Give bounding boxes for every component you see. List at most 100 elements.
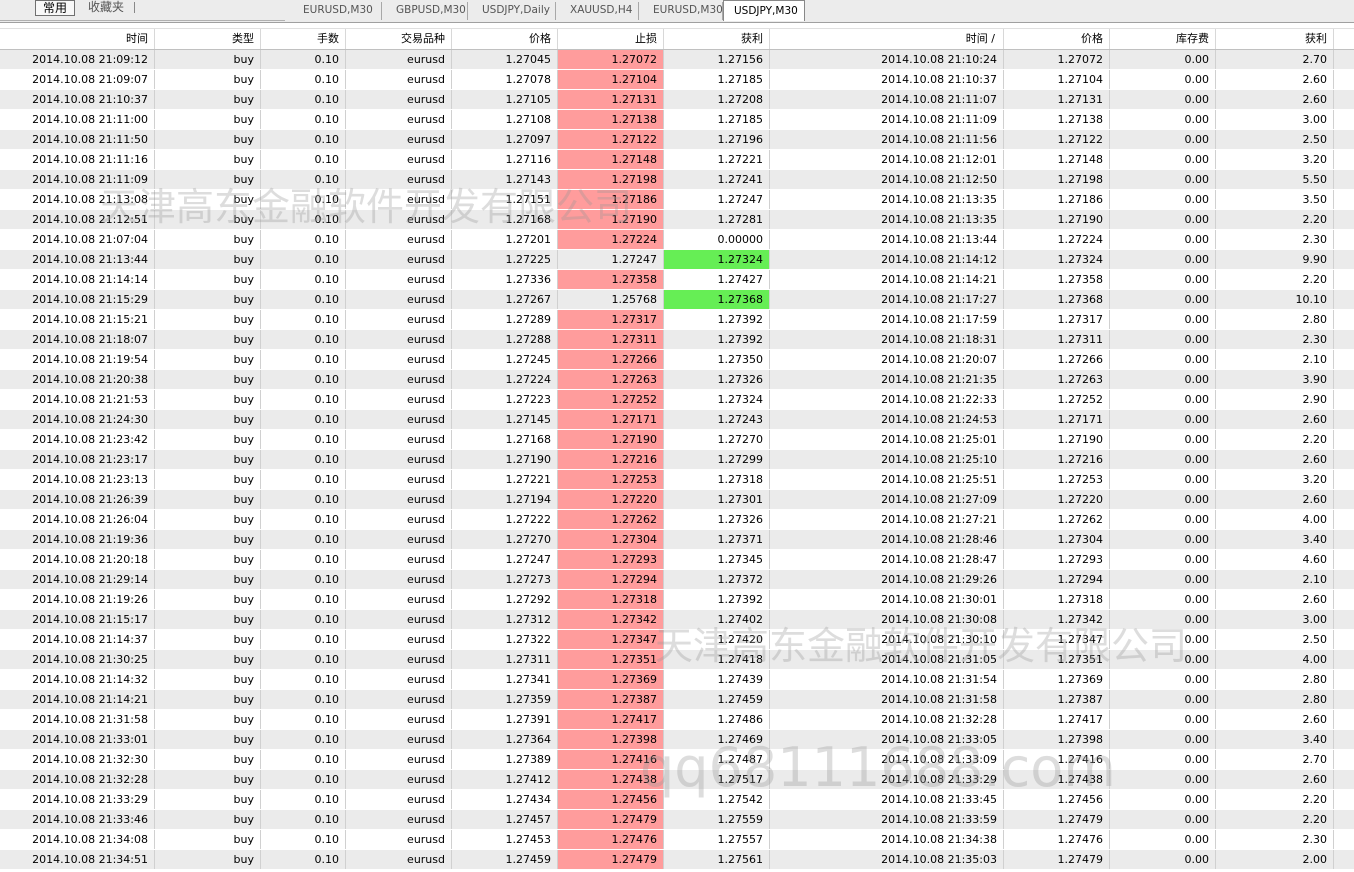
tab-eurusd-m30[interactable]: EURUSD,M30 xyxy=(639,2,723,20)
table-row[interactable]: 2014.10.08 21:09:07 buy 0.10 eurusd 1.27078 1… xyxy=(0,70,1354,90)
cell-time: 2014.10.08 21:19:36 xyxy=(0,530,155,549)
table-row[interactable]: 2014.10.08 21:13:44 buy 0.10 eurusd 1.27225 1… xyxy=(0,250,1354,270)
table-row[interactable]: 2014.10.08 21:07:04 buy 0.10 eurusd 1.27201 1… xyxy=(0,230,1354,250)
cell-take-profit: 1.27318 xyxy=(664,470,770,489)
cell-swap: 0.00 xyxy=(1110,790,1216,809)
cell-close-time: 2014.10.08 21:33:09 xyxy=(770,750,1004,769)
table-row[interactable]: 2014.10.08 21:21:53 buy 0.10 eurusd 1.27223 1… xyxy=(0,390,1354,410)
cell-symbol: eurusd xyxy=(346,830,452,849)
cell-stop-loss: 1.27252 xyxy=(558,390,664,409)
column-header-lots[interactable]: 手数 xyxy=(261,29,346,49)
cell-price: 1.27223 xyxy=(452,390,558,409)
tab-eurusd-m30[interactable]: EURUSD,M30 xyxy=(289,2,382,20)
cell-time: 2014.10.08 21:23:42 xyxy=(0,430,155,449)
column-header-take-profit[interactable]: 获利 xyxy=(664,29,770,49)
table-row[interactable]: 2014.10.08 21:23:42 buy 0.10 eurusd 1.27168 1… xyxy=(0,430,1354,450)
table-row[interactable]: 2014.10.08 21:18:07 buy 0.10 eurusd 1.27288 1… xyxy=(0,330,1354,350)
tab-gbpusd-m30[interactable]: GBPUSD,M30 xyxy=(382,2,468,20)
table-row[interactable]: 2014.10.08 21:11:09 buy 0.10 eurusd 1.27143 1… xyxy=(0,170,1354,190)
column-header-symbol[interactable]: 交易品种 xyxy=(346,29,452,49)
table-row[interactable]: 2014.10.08 21:29:14 buy 0.10 eurusd 1.27273 1… xyxy=(0,570,1354,590)
table-row[interactable]: 2014.10.08 21:23:17 buy 0.10 eurusd 1.27190 1… xyxy=(0,450,1354,470)
table-row[interactable]: 2014.10.08 21:11:16 buy 0.10 eurusd 1.27116 1… xyxy=(0,150,1354,170)
cell-time: 2014.10.08 21:32:30 xyxy=(0,750,155,769)
table-row[interactable]: 2014.10.08 21:11:00 buy 0.10 eurusd 1.27108 1… xyxy=(0,110,1354,130)
cell-close-price: 1.27220 xyxy=(1004,490,1110,509)
table-row[interactable]: 2014.10.08 21:19:26 buy 0.10 eurusd 1.27292 1… xyxy=(0,590,1354,610)
table-row[interactable]: 2014.10.08 21:13:08 buy 0.10 eurusd 1.27151 1… xyxy=(0,190,1354,210)
column-header-close-price-2[interactable]: 价格 xyxy=(1004,29,1110,49)
cell-profit: 2.20 xyxy=(1216,790,1334,809)
cell-swap: 0.00 xyxy=(1110,430,1216,449)
cell-type: buy xyxy=(155,150,261,169)
table-row[interactable]: 2014.10.08 21:32:30 buy 0.10 eurusd 1.27389 1… xyxy=(0,750,1354,770)
table-row[interactable]: 2014.10.08 21:20:18 buy 0.10 eurusd 1.27247 1… xyxy=(0,550,1354,570)
tab-xauusd-h4[interactable]: XAUUSD,H4 xyxy=(556,2,639,20)
column-header-stop-loss[interactable]: 止损 xyxy=(558,29,664,49)
table-row[interactable]: 2014.10.08 21:14:14 buy 0.10 eurusd 1.27336 1… xyxy=(0,270,1354,290)
cell-swap: 0.00 xyxy=(1110,610,1216,629)
cell-take-profit: 1.27247 xyxy=(664,190,770,209)
table-row[interactable]: 2014.10.08 21:14:32 buy 0.10 eurusd 1.27341 1… xyxy=(0,670,1354,690)
table-row[interactable]: 2014.10.08 21:11:50 buy 0.10 eurusd 1.27097 1… xyxy=(0,130,1354,150)
cell-stop-loss: 1.27190 xyxy=(558,430,664,449)
favorites-button[interactable]: 收藏夹 xyxy=(88,0,124,15)
common-button[interactable]: 常用 xyxy=(35,0,75,16)
cell-lots: 0.10 xyxy=(261,230,346,249)
history-table: 时间 类型 手数 交易品种 价格 止损 获利 时间 / 价格 库存费 获利 2014.10.08 2… xyxy=(0,28,1354,872)
cell-close-time: 2014.10.08 21:17:27 xyxy=(770,290,1004,309)
table-row[interactable]: 2014.10.08 21:24:30 buy 0.10 eurusd 1.27145 1… xyxy=(0,410,1354,430)
cell-close-price: 1.27387 xyxy=(1004,690,1110,709)
column-header-time[interactable]: 时间 xyxy=(0,29,155,49)
cell-stop-loss: 1.27304 xyxy=(558,530,664,549)
cell-profit: 2.30 xyxy=(1216,230,1334,249)
table-row[interactable]: 2014.10.08 21:32:28 buy 0.10 eurusd 1.27412 1… xyxy=(0,770,1354,790)
table-row[interactable]: 2014.10.08 21:09:12 buy 0.10 eurusd 1.27045 1… xyxy=(0,50,1354,70)
table-row[interactable]: 2014.10.08 21:10:37 buy 0.10 eurusd 1.27105 1… xyxy=(0,90,1354,110)
table-row[interactable]: 2014.10.08 21:23:13 buy 0.10 eurusd 1.27221 1… xyxy=(0,470,1354,490)
column-header-close-time-2[interactable]: 时间 / xyxy=(770,29,1004,49)
cell-lots: 0.10 xyxy=(261,730,346,749)
cell-profit: 3.00 xyxy=(1216,610,1334,629)
column-header-price[interactable]: 价格 xyxy=(452,29,558,49)
table-row[interactable]: 2014.10.08 21:33:46 buy 0.10 eurusd 1.27457 1… xyxy=(0,810,1354,830)
table-row[interactable]: 2014.10.08 21:26:39 buy 0.10 eurusd 1.27194 1… xyxy=(0,490,1354,510)
cell-price: 1.27311 xyxy=(452,650,558,669)
cell-type: buy xyxy=(155,70,261,89)
cell-lots: 0.10 xyxy=(261,250,346,269)
cell-close-time: 2014.10.08 21:31:58 xyxy=(770,690,1004,709)
cell-profit: 4.60 xyxy=(1216,550,1334,569)
table-row[interactable]: 2014.10.08 21:33:01 buy 0.10 eurusd 1.27364 1… xyxy=(0,730,1354,750)
table-row[interactable]: 2014.10.08 21:14:37 buy 0.10 eurusd 1.27322 1… xyxy=(0,630,1354,650)
cell-price: 1.27168 xyxy=(452,430,558,449)
table-row[interactable]: 2014.10.08 21:19:36 buy 0.10 eurusd 1.27270 1… xyxy=(0,530,1354,550)
column-header-type[interactable]: 类型 xyxy=(155,29,261,49)
tab-usdjpy-m30[interactable]: USDJPY,M30 xyxy=(723,0,805,21)
cell-profit: 2.70 xyxy=(1216,750,1334,769)
table-row[interactable]: 2014.10.08 21:33:29 buy 0.10 eurusd 1.27434 1… xyxy=(0,790,1354,810)
cell-close-price: 1.27369 xyxy=(1004,670,1110,689)
cell-close-price: 1.27318 xyxy=(1004,590,1110,609)
column-header-profit-2[interactable]: 获利 xyxy=(1216,29,1334,49)
table-row[interactable]: 2014.10.08 21:14:21 buy 0.10 eurusd 1.27359 1… xyxy=(0,690,1354,710)
cell-price: 1.27459 xyxy=(452,850,558,869)
cell-symbol: eurusd xyxy=(346,750,452,769)
tab-usdjpy-daily[interactable]: USDJPY,Daily xyxy=(468,2,556,20)
table-row[interactable]: 2014.10.08 21:19:54 buy 0.10 eurusd 1.27245 1… xyxy=(0,350,1354,370)
table-row[interactable]: 2014.10.08 21:30:25 buy 0.10 eurusd 1.27311 1… xyxy=(0,650,1354,670)
table-row[interactable]: 2014.10.08 21:34:08 buy 0.10 eurusd 1.27453 1… xyxy=(0,830,1354,850)
cell-close-time: 2014.10.08 21:30:10 xyxy=(770,630,1004,649)
table-row[interactable]: 2014.10.08 21:26:04 buy 0.10 eurusd 1.27222 1… xyxy=(0,510,1354,530)
cell-swap: 0.00 xyxy=(1110,810,1216,829)
cell-lots: 0.10 xyxy=(261,450,346,469)
cell-close-time: 2014.10.08 21:31:05 xyxy=(770,650,1004,669)
table-row[interactable]: 2014.10.08 21:15:17 buy 0.10 eurusd 1.27312 1… xyxy=(0,610,1354,630)
column-header-swap-2[interactable]: 库存费 xyxy=(1110,29,1216,49)
table-row[interactable]: 2014.10.08 21:34:51 buy 0.10 eurusd 1.27459 1… xyxy=(0,850,1354,870)
table-row[interactable]: 2014.10.08 21:31:58 buy 0.10 eurusd 1.27391 1… xyxy=(0,710,1354,730)
table-row[interactable]: 2014.10.08 21:12:51 buy 0.10 eurusd 1.27168 1… xyxy=(0,210,1354,230)
cell-price: 1.27151 xyxy=(452,190,558,209)
table-row[interactable]: 2014.10.08 21:20:38 buy 0.10 eurusd 1.27224 1… xyxy=(0,370,1354,390)
table-row[interactable]: 2014.10.08 21:15:21 buy 0.10 eurusd 1.27289 1… xyxy=(0,310,1354,330)
table-row[interactable]: 2014.10.08 21:15:29 buy 0.10 eurusd 1.27267 1… xyxy=(0,290,1354,310)
